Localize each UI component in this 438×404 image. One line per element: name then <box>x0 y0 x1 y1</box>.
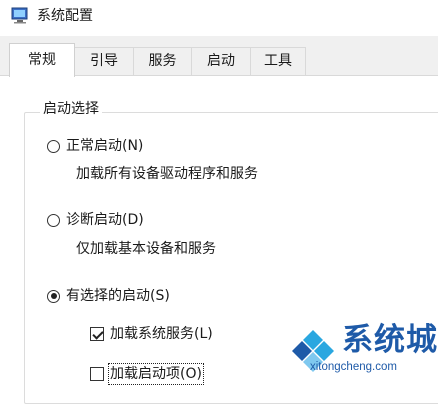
normal-startup-option[interactable]: 正常启动(N) <box>47 136 143 156</box>
window-title: 系统配置 <box>37 8 93 24</box>
tab-strip: 常规 引导 服务 启动 工具 <box>0 36 438 77</box>
tab-services[interactable]: 服务 <box>133 47 192 75</box>
startup-selection-label: 启动选择 <box>40 100 102 118</box>
system-config-icon <box>11 7 28 24</box>
load-system-services-label: 加载系统服务(L) <box>110 326 213 342</box>
selective-startup-radio[interactable] <box>47 289 60 303</box>
title-bar: 系统配置 <box>0 0 438 36</box>
load-system-services-option[interactable]: 加载系统服务(L) <box>90 324 213 344</box>
load-system-services-checkbox[interactable] <box>90 327 104 341</box>
selective-startup-option[interactable]: 有选择的启动(S) <box>47 286 170 306</box>
watermark: 系统城 xitongcheng.com <box>282 320 438 382</box>
normal-startup-description: 加载所有设备驱动程序和服务 <box>76 166 258 182</box>
load-startup-items-option[interactable]: 加载启动项(O) <box>90 363 204 385</box>
load-startup-items-label: 加载启动项(O) <box>108 363 204 385</box>
tab-startup[interactable]: 启动 <box>191 47 251 75</box>
watermark-name: 系统城 <box>342 322 438 358</box>
normal-startup-label: 正常启动(N) <box>66 138 144 154</box>
diagnostic-startup-label: 诊断启动(D) <box>66 212 144 228</box>
normal-startup-radio[interactable] <box>47 139 60 153</box>
watermark-url: xitongcheng.com <box>310 361 397 373</box>
diagnostic-startup-description: 仅加载基本设备和服务 <box>76 241 216 257</box>
diagnostic-startup-radio[interactable] <box>47 213 60 227</box>
tab-boot[interactable]: 引导 <box>74 47 134 75</box>
selective-startup-label: 有选择的启动(S) <box>66 288 170 304</box>
load-startup-items-checkbox[interactable] <box>90 367 104 381</box>
tab-tools[interactable]: 工具 <box>250 47 306 75</box>
tab-general[interactable]: 常规 <box>9 43 75 77</box>
diagnostic-startup-option[interactable]: 诊断启动(D) <box>47 210 144 230</box>
